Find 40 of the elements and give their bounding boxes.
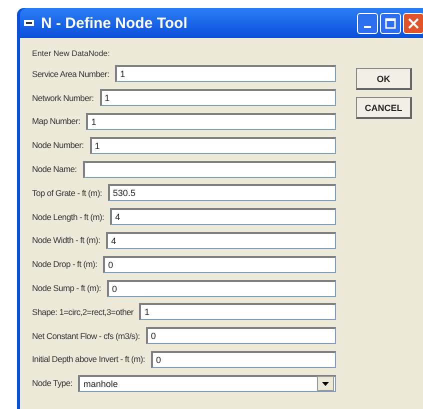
input-field[interactable]: 1 [115, 65, 336, 82]
field-label: Node Sump - ft (m): [32, 283, 101, 294]
caret-icon [322, 382, 329, 386]
maximize-button[interactable] [380, 12, 401, 34]
field-label: Service Area Number: [32, 68, 110, 79]
minimize-icon [364, 26, 371, 28]
form-heading: Enter New DataNode: [32, 48, 111, 60]
field-label: Node Number: [32, 140, 84, 150]
field-label: Node Name: [32, 164, 77, 174]
field-label: Shape: 1=circ,2=rect,3=other [32, 306, 134, 317]
input-field[interactable]: 530.5 [108, 184, 336, 202]
field-label: Initial Depth above Invert - ft (m): [32, 354, 145, 364]
field-label: Top of Grate - ft (m): [32, 188, 102, 198]
field-label: Net Constant Flow - cfs (m3/s): [32, 330, 140, 341]
window-title: N - Define Node Tool [41, 14, 188, 32]
app-icon [23, 18, 35, 28]
input-field[interactable]: 0 [150, 350, 336, 368]
input-field[interactable]: 0 [146, 327, 336, 344]
input-field[interactable]: 0 [106, 280, 336, 297]
maximize-icon [385, 18, 396, 28]
field-label: Node Width - ft (m): [32, 235, 100, 246]
node-type-dropdown[interactable]: manhole [78, 374, 336, 392]
input-field[interactable]: 4 [110, 208, 336, 226]
input-field[interactable] [82, 160, 336, 178]
field-label: Map Number: [32, 116, 80, 126]
input-field[interactable]: 1 [86, 112, 336, 130]
input-field[interactable]: 1 [100, 89, 336, 106]
close-icon [408, 18, 419, 28]
ok-button[interactable]: OK [356, 68, 412, 90]
input-field[interactable]: 1 [139, 303, 336, 320]
input-field[interactable]: 1 [90, 136, 336, 154]
field-label: Node Drop - ft (m): [32, 259, 98, 270]
field-label: Node Length - ft (m): [32, 212, 104, 222]
minimize-button[interactable] [357, 12, 378, 34]
input-field[interactable]: 0 [103, 256, 336, 273]
field-label: Network Number: [32, 92, 94, 103]
input-field[interactable]: 4 [106, 232, 336, 249]
cancel-button[interactable]: CANCEL [356, 97, 412, 119]
close-button[interactable] [403, 12, 423, 34]
field-label: Node Type: [32, 378, 72, 388]
